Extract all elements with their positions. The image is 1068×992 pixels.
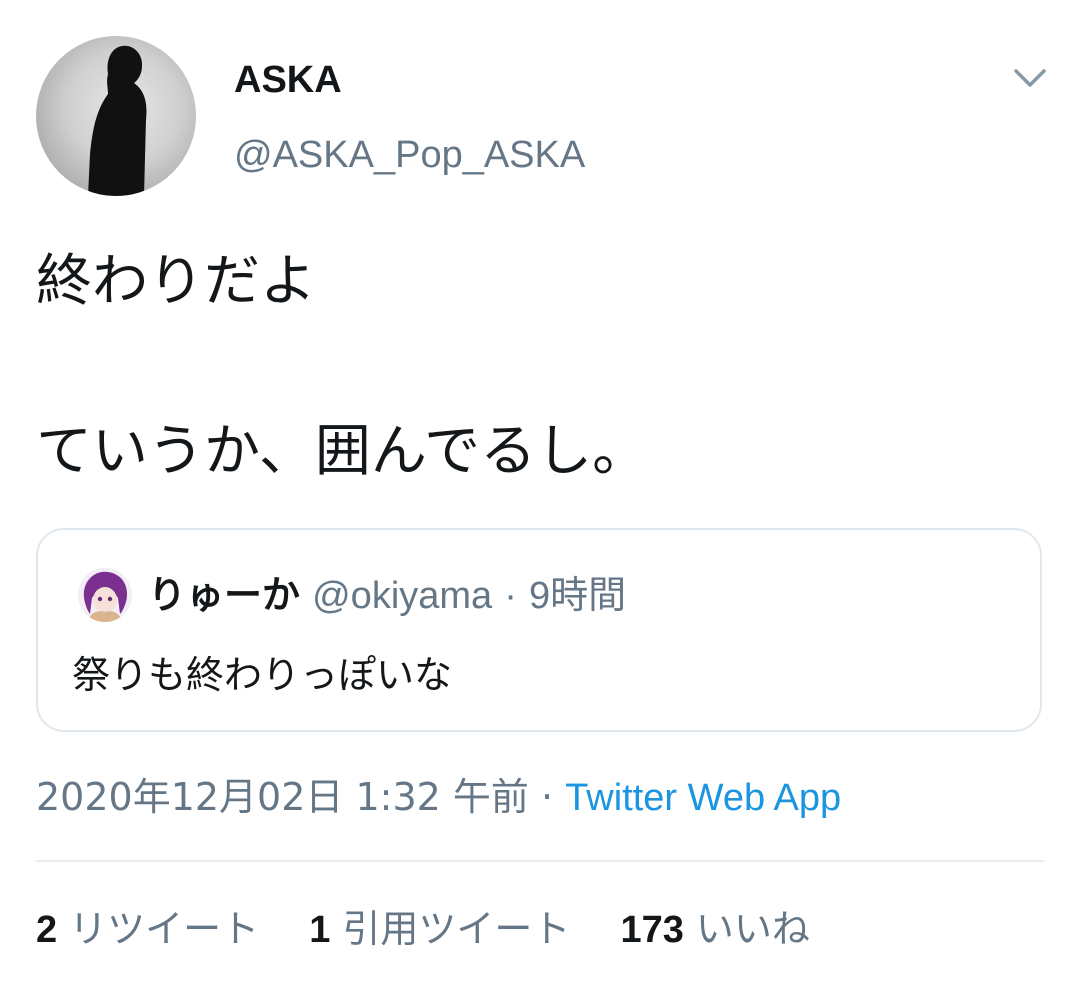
author-name[interactable]: ASKA <box>234 58 342 102</box>
quote-tweets-stat[interactable]: 1 引用ツイート <box>309 906 570 953</box>
chevron-down-icon <box>1014 69 1046 87</box>
quoted-user-handle: @okiyama <box>312 575 493 617</box>
tweet-timestamp[interactable]: 2020年12月02日 1:32 午前 <box>36 775 529 819</box>
quoted-tweet-text: 祭りも終わりっぽいな <box>72 653 453 697</box>
user-avatar-silhouette-icon <box>88 45 147 196</box>
quoted-tweet-header: りゅーか @okiyama · 9時間 <box>148 572 626 619</box>
tweet-text-line: ていうか、囲んでるし。 <box>36 419 649 484</box>
like-label: いいね <box>695 907 810 951</box>
source-link[interactable]: Twitter Web App <box>565 777 841 819</box>
tweet-options-button[interactable] <box>1012 66 1048 90</box>
tweet-meta: 2020年12月02日 1:32 午前 · Twitter Web App <box>36 774 841 821</box>
tweet-stats: 2 リツイート 1 引用ツイート 173 いいね <box>36 906 848 953</box>
quote-tweet-count: 1 <box>309 909 331 951</box>
retweet-count: 2 <box>36 909 58 951</box>
quote-tweet-label: 引用ツイート <box>342 907 571 951</box>
quoted-user-avatar-icon <box>78 568 132 622</box>
author-handle[interactable]: @ASKA_Pop_ASKA <box>234 133 585 177</box>
quoted-user-avatar <box>78 568 132 622</box>
tweet-text-line: 終わりだよ <box>36 249 316 314</box>
author-avatar[interactable] <box>36 36 196 196</box>
retweets-stat[interactable]: 2 リツイート <box>36 906 259 953</box>
divider <box>36 860 1044 862</box>
quoted-tweet-card[interactable]: りゅーか @okiyama · 9時間 祭りも終わりっぽいな <box>36 528 1042 732</box>
quoted-header-separator: · <box>504 575 517 617</box>
retweet-label: リツイート <box>69 907 260 951</box>
quoted-user-name: りゅーか <box>148 573 301 617</box>
quoted-tweet-time: 9時間 <box>529 575 627 617</box>
like-count: 173 <box>620 909 684 951</box>
meta-separator: · <box>541 775 554 819</box>
likes-stat[interactable]: 173 いいね <box>621 906 810 953</box>
